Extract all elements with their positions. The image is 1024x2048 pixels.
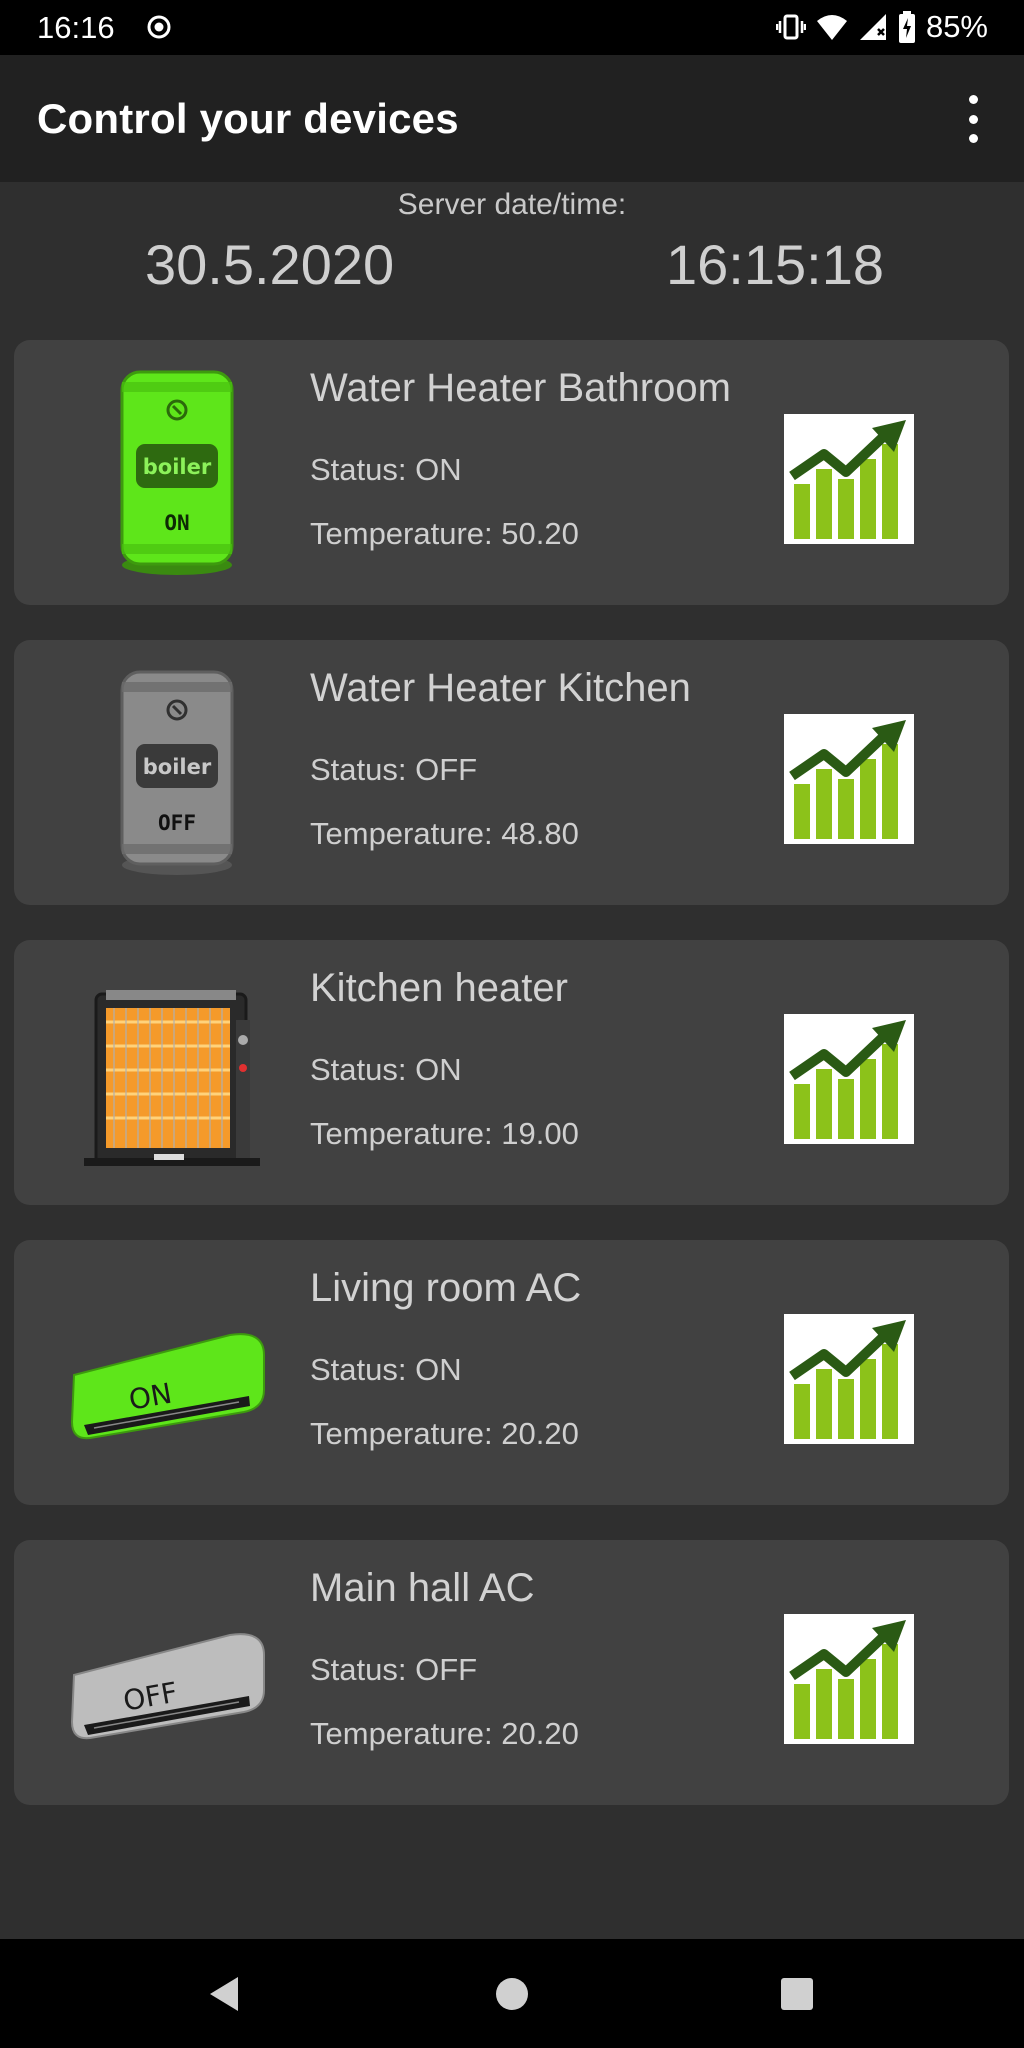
more-vert-icon[interactable] <box>957 95 989 143</box>
chart-icon[interactable] <box>784 1014 914 1144</box>
device-name: Kitchen heater <box>310 966 568 1010</box>
device-card-kitchen-heater[interactable]: Kitchen heater Status: ON Temperature: 1… <box>14 940 1009 1205</box>
device-name: Water Heater Bathroom <box>310 366 731 410</box>
boiler-on-icon[interactable]: boiler ON <box>54 360 299 585</box>
server-datetime: Server date/time: 30.5.2020 16:15:18 <box>0 182 1024 322</box>
device-status: Status: OFF <box>310 1652 478 1687</box>
device-name: Main hall AC <box>310 1566 535 1610</box>
wifi-icon <box>816 15 847 40</box>
device-name: Living room AC <box>310 1266 582 1310</box>
device-status: Status: OFF <box>310 752 478 787</box>
server-date: 30.5.2020 <box>145 233 395 296</box>
boiler-label: boiler <box>143 455 212 479</box>
ac-on-icon[interactable]: ON <box>54 1260 299 1485</box>
device-temperature: Temperature: 20.20 <box>310 1416 579 1451</box>
battery-percent: 85% <box>925 9 988 44</box>
status-bar: 16:16 85% <box>0 0 1024 55</box>
device-card-living-room-ac[interactable]: ON Living room AC Status: ON Temperature… <box>14 1240 1009 1505</box>
device-card-main-hall-ac[interactable]: OFF Main hall AC Status: OFF Temperature… <box>14 1540 1009 1805</box>
chart-icon[interactable] <box>784 714 914 844</box>
device-temperature: Temperature: 19.00 <box>310 1116 579 1151</box>
status-time: 16:16 <box>37 10 115 45</box>
boiler-badge: ON <box>164 511 189 535</box>
chart-icon[interactable] <box>784 414 914 544</box>
back-icon[interactable] <box>200 1969 250 2019</box>
device-card-water-heater-kitchen[interactable]: boiler OFF Water Heater Kitchen Status: … <box>14 640 1009 905</box>
signal-icon <box>859 14 886 40</box>
navigation-bar <box>0 1939 1024 2048</box>
ac-off-icon[interactable]: OFF <box>54 1560 299 1785</box>
device-name: Water Heater Kitchen <box>310 666 691 710</box>
device-status: Status: ON <box>310 452 462 487</box>
battery-charging-icon <box>898 11 915 43</box>
boiler-off-icon[interactable]: boiler OFF <box>54 660 299 885</box>
device-status: Status: ON <box>310 1052 462 1087</box>
device-temperature: Temperature: 20.20 <box>310 1716 579 1751</box>
recents-icon[interactable] <box>772 1969 822 2019</box>
page-title: Control your devices <box>37 95 459 142</box>
heater-icon[interactable] <box>54 960 299 1185</box>
boiler-badge: OFF <box>158 811 196 835</box>
device-temperature: Temperature: 50.20 <box>310 516 579 551</box>
device-temperature: Temperature: 48.80 <box>310 816 579 851</box>
server-time: 16:15:18 <box>666 233 884 296</box>
home-icon[interactable] <box>487 1969 537 2019</box>
device-status: Status: ON <box>310 1352 462 1387</box>
device-card-water-heater-bathroom[interactable]: boiler ON Water Heater Bathroom Status: … <box>14 340 1009 605</box>
chart-icon[interactable] <box>784 1614 914 1744</box>
vibrate-icon <box>775 14 806 40</box>
server-datetime-label: Server date/time: <box>397 188 627 221</box>
app-bar: Control your devices <box>0 55 1024 182</box>
chart-icon[interactable] <box>784 1314 914 1444</box>
record-icon <box>147 15 171 39</box>
boiler-label: boiler <box>143 755 212 779</box>
